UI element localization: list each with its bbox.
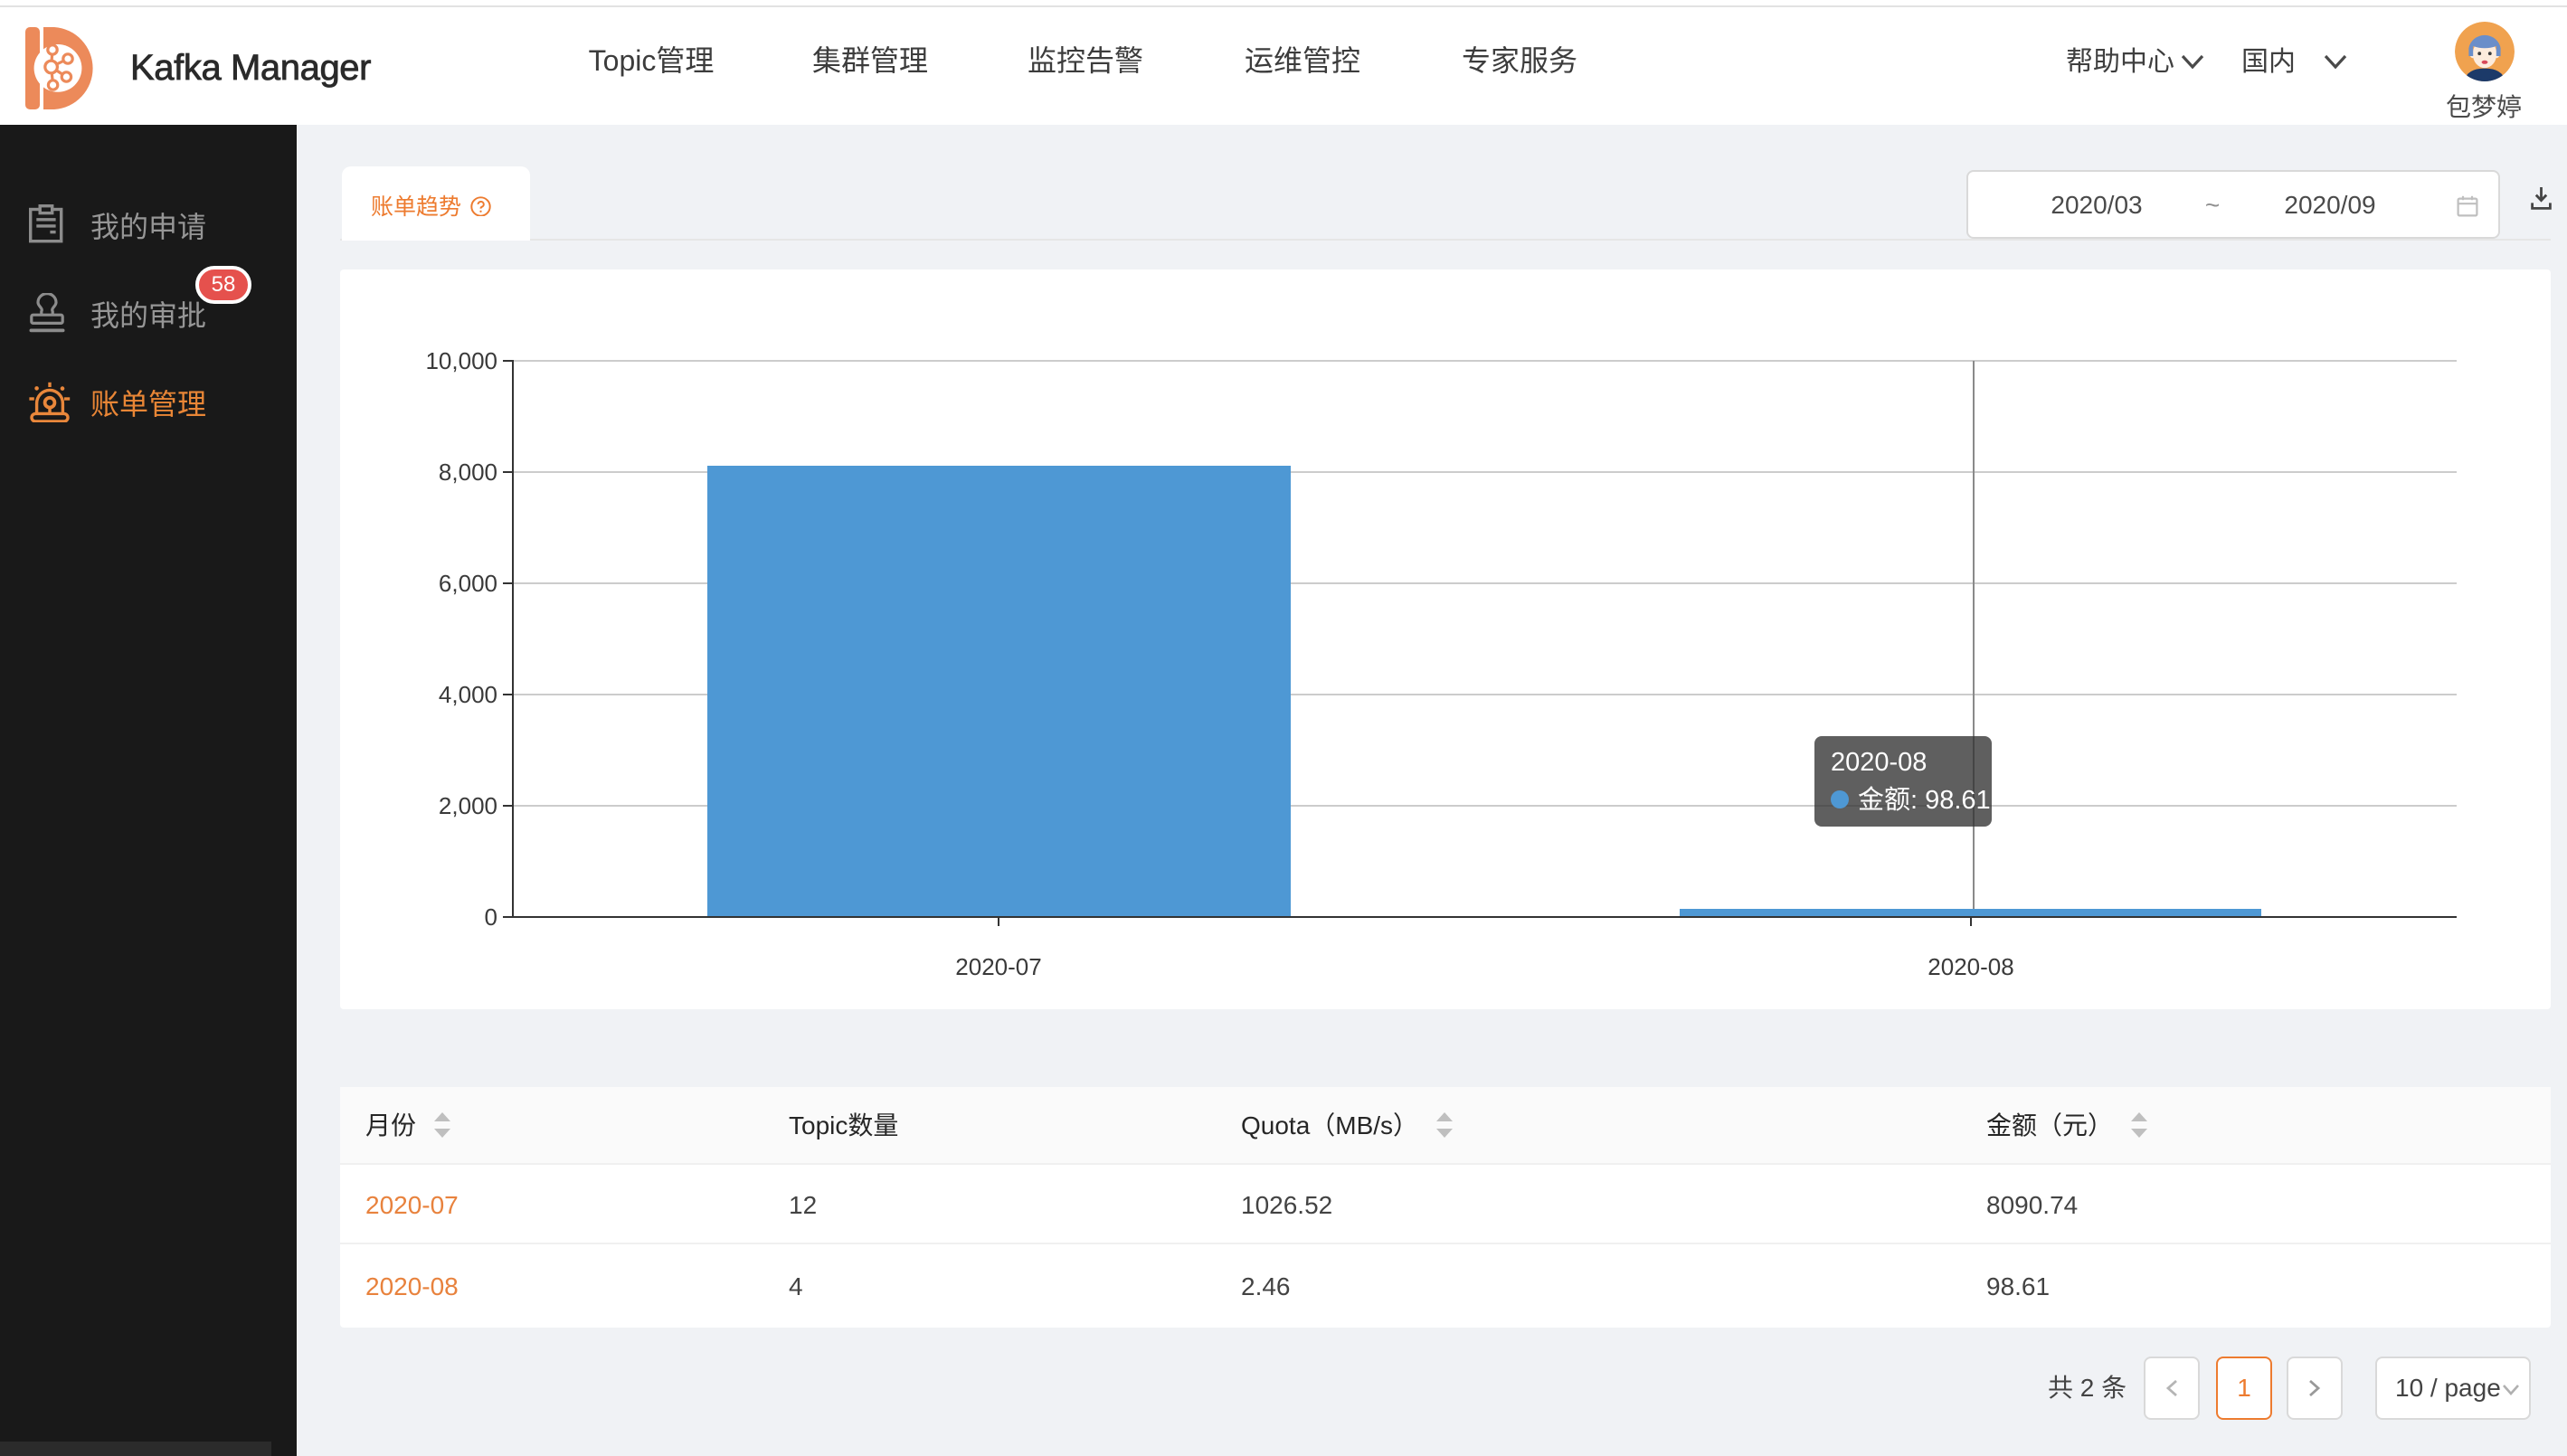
svg-text:2020-08: 2020-08 <box>1928 953 2013 980</box>
svg-text:10,000: 10,000 <box>425 347 497 374</box>
svg-text:6,000: 6,000 <box>439 570 497 597</box>
svg-text:2,000: 2,000 <box>439 792 497 819</box>
svg-text:0: 0 <box>485 903 497 931</box>
svg-text:8,000: 8,000 <box>439 459 497 486</box>
svg-text:2020-07: 2020-07 <box>955 953 1041 980</box>
svg-text:4,000: 4,000 <box>439 681 497 708</box>
